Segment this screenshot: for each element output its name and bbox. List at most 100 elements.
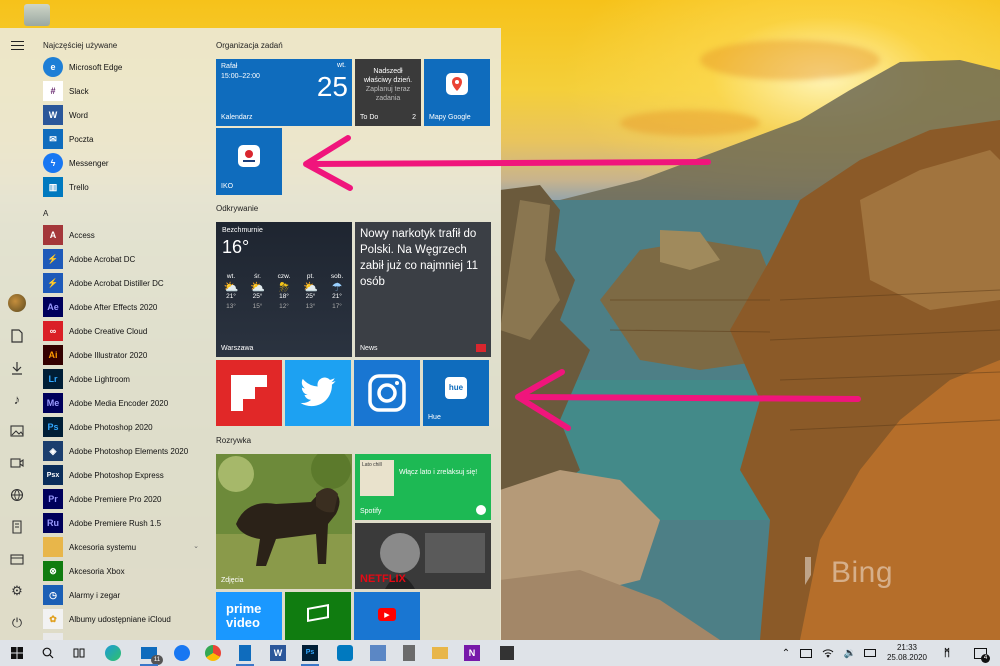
bing-watermark: Bing bbox=[805, 556, 893, 590]
flipboard-tile[interactable] bbox=[216, 360, 282, 426]
task-view-icon[interactable] bbox=[69, 643, 89, 663]
app-item-photoshop[interactable]: Ps Adobe Photoshop 2020 bbox=[43, 416, 203, 438]
weather-tile[interactable]: Bezchmurnie 16° wt. ⛅ 21° 13° śr. ⛅ 25° … bbox=[216, 222, 352, 357]
app-item-messenger[interactable]: ϟ Messenger bbox=[43, 152, 203, 174]
taskbar-mail-icon[interactable]: 11 bbox=[139, 643, 163, 666]
app-item-after-effects[interactable]: Ae Adobe After Effects 2020 bbox=[43, 296, 203, 318]
taskbar-messenger-icon[interactable] bbox=[172, 643, 192, 663]
app-item-edge[interactable]: e Microsoft Edge bbox=[43, 56, 203, 78]
group-header-organizacja[interactable]: Organizacja zadań bbox=[216, 41, 283, 50]
photos-tile[interactable]: Zdjęcia bbox=[216, 454, 352, 589]
app-item-media-encoder[interactable]: Me Adobe Media Encoder 2020 bbox=[43, 392, 203, 414]
hue-tile[interactable]: hue Hue bbox=[423, 360, 489, 426]
taskbar-onenote-icon[interactable]: N bbox=[462, 643, 482, 663]
app-item-icloud-albums[interactable]: ✿ Albumy udostępniane iCloud bbox=[43, 608, 203, 630]
people-icon[interactable]: ⌃ bbox=[776, 643, 796, 663]
slack-icon: # bbox=[43, 81, 63, 101]
group-header-rozrywka[interactable]: Rozrywka bbox=[216, 436, 251, 445]
chevron-down-icon[interactable]: ⌄ bbox=[193, 542, 199, 550]
app-item-lightroom[interactable]: Lr Adobe Lightroom bbox=[43, 368, 203, 390]
taskbar-edge-icon[interactable] bbox=[103, 643, 123, 663]
app-item-acrobat[interactable]: ⚡ Adobe Acrobat DC bbox=[43, 248, 203, 270]
prime-video-tile[interactable]: prime video bbox=[216, 592, 282, 640]
trello-icon: ▥ bbox=[43, 177, 63, 197]
network-icon[interactable] bbox=[8, 486, 26, 504]
taskbar-file-explorer-icon[interactable] bbox=[430, 643, 450, 663]
after-effects-icon: Ae bbox=[43, 297, 63, 317]
app-item-partial[interactable] bbox=[43, 632, 203, 640]
group-header-odkrywanie[interactable]: Odkrywanie bbox=[216, 204, 258, 213]
wifi-icon[interactable] bbox=[818, 643, 838, 663]
google-maps-tile[interactable]: Mapy Google bbox=[424, 59, 490, 126]
twitter-tile[interactable] bbox=[285, 360, 351, 426]
youtube-tile[interactable]: ▶ bbox=[354, 592, 420, 640]
app-item-creative-cloud[interactable]: ∞ Adobe Creative Cloud bbox=[43, 320, 203, 342]
partly-cloudy-icon: ⛅ bbox=[250, 280, 265, 294]
app-item-word[interactable]: W Word bbox=[43, 104, 203, 126]
system-clock[interactable]: 21:33 25.08.2020 bbox=[886, 643, 928, 663]
user-avatar[interactable] bbox=[8, 294, 26, 312]
edge-icon: e bbox=[43, 57, 63, 77]
letter-header-a[interactable]: A bbox=[43, 209, 48, 218]
settings-gear-icon[interactable]: ⚙ bbox=[8, 582, 26, 600]
calendar-tile[interactable]: Rafał 15:00–22:00 wt. 25 Kalendarz bbox=[216, 59, 352, 126]
power-icon[interactable]: ⏻ bbox=[8, 614, 26, 632]
xbox-tile[interactable] bbox=[285, 592, 351, 640]
start-button[interactable] bbox=[7, 643, 27, 663]
mail-icon: ✉ bbox=[43, 129, 63, 149]
start-rail: ♪ ⚙ ⏻ bbox=[0, 28, 34, 640]
app-item-system-accessories[interactable]: Akcesoria systemu ⌄ bbox=[43, 536, 203, 558]
file-explorer-icon[interactable] bbox=[8, 550, 26, 568]
app-item-mail[interactable]: ✉ Poczta bbox=[43, 128, 203, 150]
app-item-distiller[interactable]: ⚡ Adobe Acrobat Distiller DC bbox=[43, 272, 203, 294]
keyboard-icon[interactable] bbox=[860, 643, 880, 663]
tablet-mode-icon[interactable] bbox=[796, 643, 816, 663]
iko-tile[interactable]: IKO bbox=[216, 128, 282, 195]
volume-icon[interactable]: 🔉 bbox=[840, 643, 860, 663]
forecast-row: wt. ⛅ 21° 13° śr. ⛅ 25° 15° czw. ⛈ 18° 1… bbox=[218, 272, 350, 312]
illustrator-icon: Ai bbox=[43, 345, 63, 365]
taskbar-translator-icon[interactable] bbox=[368, 643, 388, 663]
bing-logo-icon bbox=[805, 557, 825, 585]
app-item-photoshop-express[interactable]: Psx Adobe Photoshop Express bbox=[43, 464, 203, 486]
app-item-slack[interactable]: # Slack bbox=[43, 80, 203, 102]
recycle-bin-icon[interactable] bbox=[24, 4, 50, 26]
app-item-photoshop-elements[interactable]: ◈ Adobe Photoshop Elements 2020 bbox=[43, 440, 203, 462]
videos-icon[interactable] bbox=[8, 454, 26, 472]
taskbar-store-icon[interactable] bbox=[497, 643, 517, 663]
taskbar-start-menu-app-icon[interactable] bbox=[235, 643, 255, 666]
instagram-icon bbox=[368, 374, 406, 412]
creative-cloud-icon: ∞ bbox=[43, 321, 63, 341]
instagram-tile[interactable] bbox=[354, 360, 420, 426]
taskbar-photoshop-icon[interactable]: Ps bbox=[300, 643, 320, 666]
app-item-access[interactable]: A Access bbox=[43, 224, 203, 246]
action-center-icon[interactable]: 4 bbox=[970, 643, 990, 663]
music-icon[interactable]: ♪ bbox=[8, 390, 26, 408]
pictures-icon[interactable] bbox=[8, 422, 26, 440]
alarm-clock-icon: ◷ bbox=[43, 585, 63, 605]
hamburger-menu-icon[interactable] bbox=[11, 41, 24, 50]
app-item-premiere-rush[interactable]: Ru Adobe Premiere Rush 1.5 bbox=[43, 512, 203, 534]
mail-badge: 11 bbox=[151, 655, 163, 665]
forecast-day: sob. ☂ 21° 17° bbox=[324, 272, 350, 312]
netflix-tile[interactable]: NETFLIX bbox=[355, 523, 491, 589]
todo-tile[interactable]: Nadszedł właściwy dzień. Zaplanuj teraz … bbox=[355, 59, 421, 126]
search-icon[interactable] bbox=[38, 643, 58, 663]
spotify-tile[interactable]: Lato chill Włącz lato i zrelaksuj się! S… bbox=[355, 454, 491, 520]
downloads-icon[interactable] bbox=[8, 359, 26, 377]
documents-icon[interactable] bbox=[8, 327, 26, 345]
taskbar-chrome-icon[interactable] bbox=[203, 643, 223, 663]
taskbar-calculator-icon[interactable] bbox=[399, 643, 419, 663]
news-tile[interactable]: Nowy narkotyk trafił do Polski. Na Węgrz… bbox=[355, 222, 491, 357]
photoshop-express-icon: Psx bbox=[43, 465, 63, 485]
meet-now-icon[interactable]: ᛗ bbox=[937, 643, 957, 663]
app-item-xbox-accessories[interactable]: ⊗ Akcesoria Xbox bbox=[43, 560, 203, 582]
app-item-premiere-pro[interactable]: Pr Adobe Premiere Pro 2020 bbox=[43, 488, 203, 510]
app-item-trello[interactable]: ▥ Trello bbox=[43, 176, 203, 198]
taskbar-word-icon[interactable]: W bbox=[268, 643, 288, 663]
taskbar-trello-icon[interactable] bbox=[335, 643, 355, 663]
personal-folder-icon[interactable] bbox=[8, 518, 26, 536]
app-item-alarms-clock[interactable]: ◷ Alarmy i zegar bbox=[43, 584, 203, 606]
app-item-illustrator[interactable]: Ai Adobe Illustrator 2020 bbox=[43, 344, 203, 366]
twitter-bird-icon bbox=[300, 377, 336, 407]
